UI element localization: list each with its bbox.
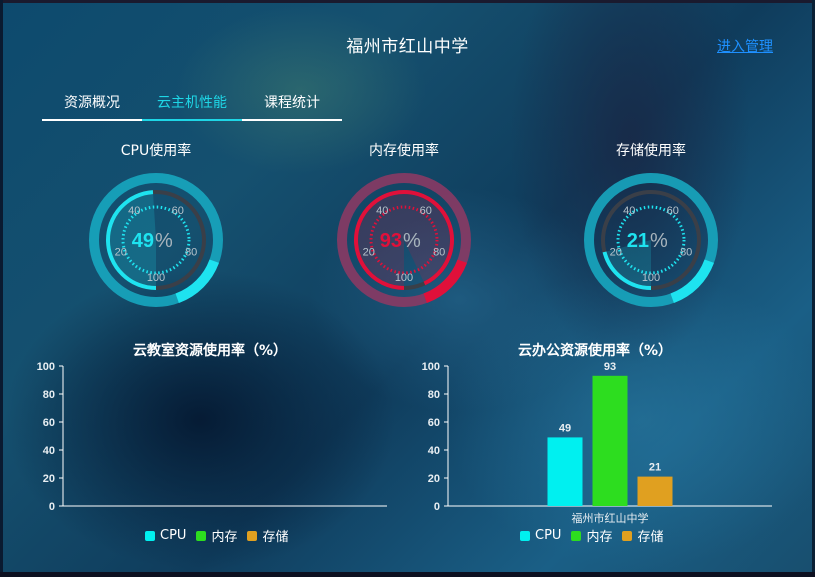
x-category-label: 福州市红山中学 (572, 511, 649, 525)
chart-title: 云办公资源使用率（%） (517, 343, 673, 359)
legend-swatch (196, 530, 207, 541)
y-tick-label: 60 (43, 417, 55, 429)
gauge-tick-label: 60 (172, 205, 184, 217)
bar-存储 (637, 476, 673, 506)
bar-内存 (592, 375, 628, 506)
gauge-tick-label: 20 (115, 246, 127, 258)
gauge-tick-label: 100 (642, 272, 660, 284)
gauge-tick-label: 60 (667, 205, 679, 217)
page-title: 福州市红山中学 (346, 37, 469, 57)
gauge-title: 存储使用率 (616, 143, 686, 159)
window-frame-bottom (0, 572, 815, 577)
bar-data-label: 21 (649, 462, 661, 474)
memory-gauge: 内存使用率 20 40 60 80 100 93% (324, 140, 484, 310)
bar-CPU (547, 437, 583, 506)
enter-admin-link[interactable]: 进入管理 (717, 36, 773, 56)
tab-resource-overview[interactable]: 资源概况 (42, 92, 142, 121)
cloud-classroom-chart: 0 20 40 60 80 100 云教室资源使用率（%） CPU 内存 存储 (20, 338, 400, 568)
cloud-office-chart: 0 20 40 60 80 100 49 93 21 福州市红山中学 云办公资源使用率（%） CP… (405, 338, 785, 568)
bar-data-label: 49 (559, 422, 571, 434)
gauge-tick-label: 20 (363, 246, 375, 258)
gauge-svg: 20 40 60 80 100 93% (337, 173, 471, 307)
gauge-tick-label: 100 (395, 272, 413, 284)
legend-label: 存储 (637, 530, 664, 545)
gauge-tick-label: 40 (376, 205, 388, 217)
legend-label: 存储 (262, 530, 289, 545)
y-tick-label: 40 (43, 445, 55, 457)
legend-item-cpu[interactable]: CPU (520, 528, 561, 543)
legend-item-storage[interactable]: 存储 (622, 526, 663, 545)
storage-gauge: 存储使用率 20 40 60 80 100 21% (571, 140, 731, 310)
legend-label: CPU (160, 528, 187, 543)
y-tick-label: 0 (49, 501, 55, 513)
legend-swatch (145, 530, 155, 541)
legend-label: 内存 (211, 530, 238, 545)
gauge-value-text: 93 (380, 230, 402, 252)
chart-title: 云教室资源使用率（%） (132, 343, 288, 359)
tab-bar: 资源概况 云主机性能 课程统计 (42, 92, 342, 121)
gauge-svg: 20 40 60 80 100 49% (89, 173, 223, 307)
legend-item-cpu[interactable]: CPU (145, 528, 186, 543)
gauge-tick-label: 20 (610, 246, 622, 258)
chart-legend: CPU 内存 存储 (145, 526, 288, 545)
legend-item-storage[interactable]: 存储 (247, 526, 288, 545)
legend-swatch (622, 530, 633, 541)
legend-label: CPU (535, 528, 562, 543)
cpu-gauge: CPU使用率 20 40 60 80 100 49% (76, 140, 236, 310)
legend-swatch (571, 530, 582, 541)
tab-course-statistics[interactable]: 课程统计 (242, 92, 342, 121)
window-frame-top (0, 0, 815, 3)
y-tick-label: 80 (428, 389, 440, 401)
legend-label: 内存 (586, 530, 613, 545)
gauge-tick-label: 60 (420, 205, 432, 217)
legend-item-memory[interactable]: 内存 (196, 526, 237, 545)
tab-cloud-host-performance[interactable]: 云主机性能 (142, 92, 242, 121)
gauge-tick-label: 40 (623, 205, 635, 217)
gauge-title: 内存使用率 (369, 143, 439, 159)
gauge-tick-label: 40 (128, 205, 140, 217)
y-tick-label: 80 (43, 389, 55, 401)
y-tick-label: 100 (37, 361, 55, 373)
legend-swatch (247, 530, 258, 541)
gauge-title: CPU使用率 (120, 143, 192, 159)
gauge-value-text: 21 (627, 230, 649, 252)
y-tick-label: 20 (43, 473, 55, 485)
window-frame-left (0, 0, 3, 577)
gauge-tick-label: 80 (433, 246, 445, 258)
legend-swatch (520, 530, 530, 541)
gauge-svg: 20 40 60 80 100 21% (584, 173, 718, 307)
y-tick-label: 100 (422, 361, 440, 373)
gauge-unit-text: % (650, 230, 668, 252)
legend-item-memory[interactable]: 内存 (571, 526, 612, 545)
y-tick-label: 40 (428, 445, 440, 457)
chart-legend: CPU 内存 存储 (520, 526, 663, 545)
gauge-unit-text: % (403, 230, 421, 252)
y-tick-label: 20 (428, 473, 440, 485)
y-tick-label: 0 (434, 501, 440, 513)
gauge-unit-text: % (155, 230, 173, 252)
bar-data-label: 93 (604, 361, 616, 373)
gauge-value-text: 49 (132, 230, 154, 252)
gauge-tick-label: 80 (680, 246, 692, 258)
gauge-tick-label: 100 (147, 272, 165, 284)
gauge-tick-label: 80 (185, 246, 197, 258)
y-tick-label: 60 (428, 417, 440, 429)
